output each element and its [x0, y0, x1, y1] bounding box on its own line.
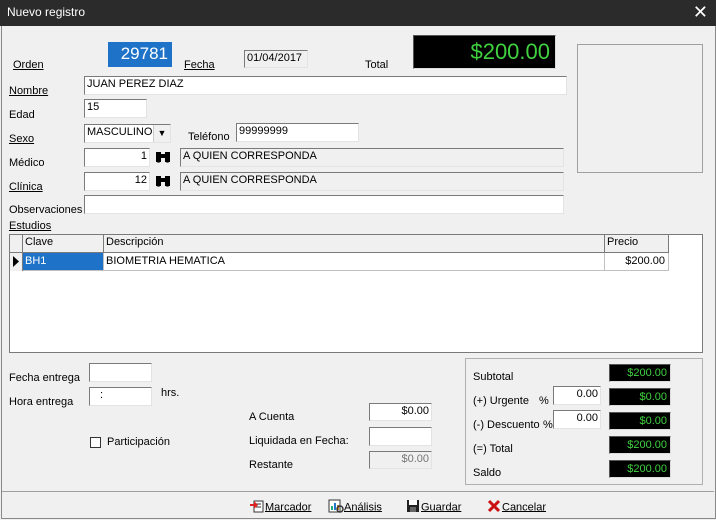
chevron-down-icon[interactable]: ▼ — [153, 125, 170, 142]
nombre-field[interactable]: JUAN PEREZ DIAZ — [84, 76, 567, 95]
estudios-label: Estudios — [9, 220, 52, 232]
analisis-icon — [328, 498, 344, 517]
cell-descripcion[interactable]: BIOMETRIA HEMATICA — [104, 253, 605, 271]
saldo-display: $200.00 — [609, 460, 671, 478]
nombre-label: Nombre — [9, 85, 49, 97]
total-final-label: (=) Total — [473, 443, 513, 455]
saldo-label: Saldo — [473, 467, 502, 479]
binoculars-icon[interactable] — [155, 174, 171, 191]
binoculars-icon[interactable] — [155, 150, 171, 167]
column-header-precio[interactable]: Precio — [605, 235, 669, 253]
photo-frame — [577, 44, 703, 173]
column-header-clave[interactable]: Clave — [23, 235, 104, 253]
restante-label: Restante — [249, 459, 294, 471]
row-indicator-header — [10, 235, 23, 253]
sexo-label: Sexo — [9, 133, 35, 145]
orden-label: Orden — [13, 59, 44, 71]
guardar-button[interactable]: Guardar — [405, 498, 461, 517]
cell-precio[interactable]: $200.00 — [605, 253, 669, 271]
orden-value[interactable]: 29781 — [108, 42, 172, 67]
urgente-label: (+) Urgente — [473, 395, 529, 407]
subtotal-label: Subtotal — [473, 371, 514, 383]
liquidada-label: Liquidada en Fecha: — [249, 435, 349, 447]
sexo-select[interactable]: MASCULINO ▼ — [84, 124, 171, 143]
edad-field[interactable]: 15 — [84, 99, 147, 118]
observaciones-label: Observaciones — [9, 204, 83, 216]
hrs-label: hrs. — [161, 387, 180, 399]
title-bar: Nuevo registro ✕ — [0, 0, 716, 26]
hora-entrega-field[interactable]: : — [89, 387, 152, 406]
medico-name-field: A QUIEN CORRESPONDA — [180, 148, 564, 167]
edad-label: Edad — [9, 109, 35, 121]
estudios-table[interactable]: Clave Descripción Precio BH1 BIOMETRIA H… — [9, 234, 703, 353]
clinica-label: Clínica — [9, 181, 43, 193]
urgente-percent-sign: % — [539, 395, 549, 407]
participacion-label: Participación — [107, 436, 170, 448]
medico-id-field[interactable]: 1 — [84, 148, 150, 167]
fecha-field[interactable]: 01/04/2017 — [244, 50, 308, 68]
telefono-label: Teléfono — [188, 131, 230, 143]
cancelar-label: Cancelar — [502, 501, 547, 514]
total-final-display: $200.00 — [609, 436, 671, 454]
descuento-display: $0.00 — [609, 412, 671, 430]
analisis-button[interactable]: Análisis — [328, 498, 382, 517]
column-header-descripcion[interactable]: Descripción — [104, 235, 605, 253]
marcador-label: Marcador — [265, 501, 312, 514]
medico-label: Médico — [9, 157, 45, 169]
a-cuenta-field[interactable]: $0.00 — [369, 403, 432, 421]
sexo-value: MASCULINO — [87, 126, 153, 138]
total-display: $200.00 — [413, 35, 556, 69]
subtotal-display: $200.00 — [609, 364, 671, 382]
cancelar-button[interactable]: Cancelar — [486, 498, 546, 517]
analisis-label: Análisis — [344, 501, 382, 514]
telefono-field[interactable]: 99999999 — [236, 123, 359, 142]
a-cuenta-label: A Cuenta — [249, 411, 295, 423]
fecha-label: Fecha — [184, 59, 215, 71]
cancel-x-icon — [486, 498, 502, 517]
restante-field: $0.00 — [369, 451, 432, 469]
descuento-percent-sign: % — [543, 419, 553, 431]
liquidada-field[interactable] — [369, 427, 432, 446]
descuento-percent-field[interactable]: 0.00 — [553, 410, 601, 429]
save-icon — [405, 498, 421, 517]
marcador-icon — [249, 498, 265, 517]
hora-entrega-label: Hora entrega — [9, 396, 74, 408]
clinica-name-field: A QUIEN CORRESPONDA — [180, 172, 564, 191]
urgente-percent-field[interactable]: 0.00 — [553, 386, 601, 405]
fecha-entrega-label: Fecha entrega — [9, 372, 80, 384]
urgente-display: $0.00 — [609, 388, 671, 406]
total-label: Total — [365, 59, 389, 71]
window-title: Nuevo registro — [7, 5, 86, 19]
toolbar-divider — [2, 491, 714, 492]
clinica-id-field[interactable]: 12 — [84, 172, 150, 191]
observaciones-field[interactable] — [84, 195, 564, 214]
cell-clave[interactable]: BH1 — [23, 253, 104, 271]
row-pointer-icon — [10, 253, 23, 271]
close-icon[interactable]: ✕ — [693, 2, 708, 23]
fecha-entrega-field[interactable] — [89, 363, 152, 382]
marcador-button[interactable]: Marcador — [249, 498, 311, 517]
guardar-label: Guardar — [421, 501, 462, 514]
descuento-label: (-) Descuento — [473, 419, 540, 431]
participacion-checkbox[interactable] — [90, 437, 101, 448]
